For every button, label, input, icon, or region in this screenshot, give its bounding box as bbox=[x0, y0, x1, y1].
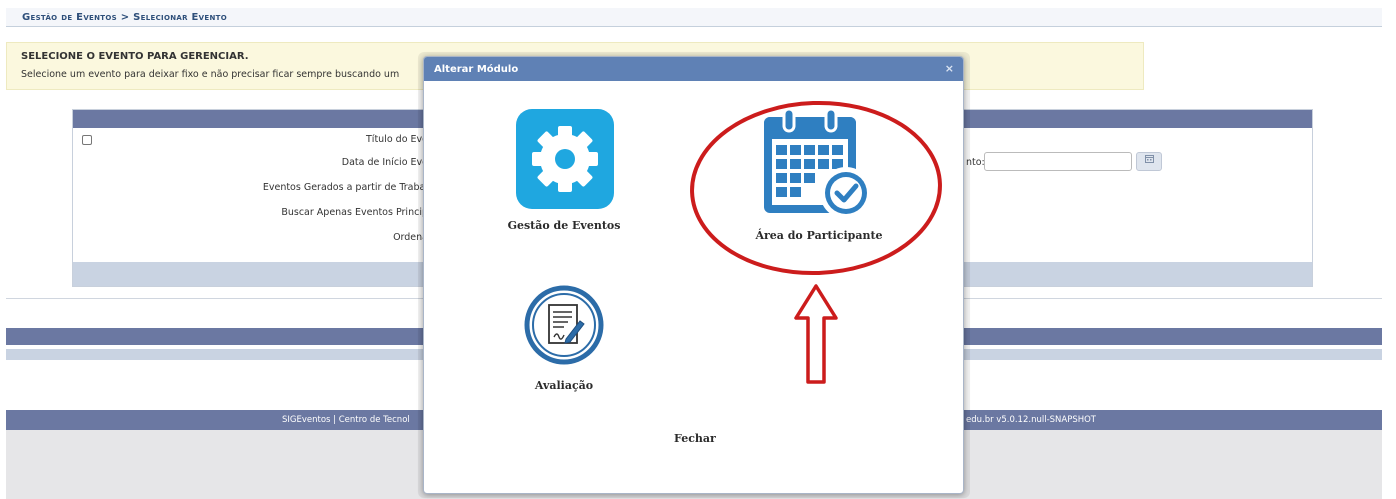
module-label: Área do Participante bbox=[755, 229, 883, 242]
dialog-title: Alterar Módulo bbox=[434, 64, 519, 75]
calendar-icon[interactable] bbox=[1136, 152, 1162, 171]
titulo-checkbox[interactable] bbox=[82, 135, 92, 145]
footer-left-text: SIGEventos | Centro de Tecnol bbox=[282, 415, 410, 425]
breadcrumb-text: Gestão de Eventos > Selecionar Evento bbox=[22, 12, 227, 23]
eventos-gerados-label: Eventos Gerados a partir de Trabal bbox=[262, 182, 428, 193]
dialog-titlebar: Alterar Módulo × bbox=[424, 57, 963, 81]
close-icon[interactable]: × bbox=[945, 62, 954, 75]
module-area-participante[interactable]: Área do Participante bbox=[744, 107, 894, 242]
footer-right-text: edu.br v5.0.12.null-SNAPSHOT bbox=[966, 415, 1097, 425]
document-signature-icon bbox=[524, 285, 604, 365]
module-label: Avaliação bbox=[534, 379, 594, 392]
fechar-button[interactable]: Fechar bbox=[674, 432, 716, 445]
data-inicio-label: Data de Início Eve bbox=[341, 157, 428, 168]
eventos-principais-label: Buscar Apenas Eventos Princip bbox=[281, 207, 428, 218]
module-avaliacao[interactable]: Avaliação bbox=[509, 283, 619, 392]
module-label: Gestão de Eventos bbox=[507, 219, 621, 232]
gear-icon bbox=[516, 109, 614, 209]
calendar-check-icon bbox=[764, 107, 872, 219]
module-gestao-eventos[interactable]: Gestão de Eventos bbox=[494, 109, 634, 232]
alterar-modulo-dialog: Alterar Módulo × Gestão de Eventos Área … bbox=[423, 56, 964, 494]
data-fim-input[interactable] bbox=[984, 152, 1132, 171]
breadcrumb: Gestão de Eventos > Selecionar Evento bbox=[6, 8, 1382, 27]
